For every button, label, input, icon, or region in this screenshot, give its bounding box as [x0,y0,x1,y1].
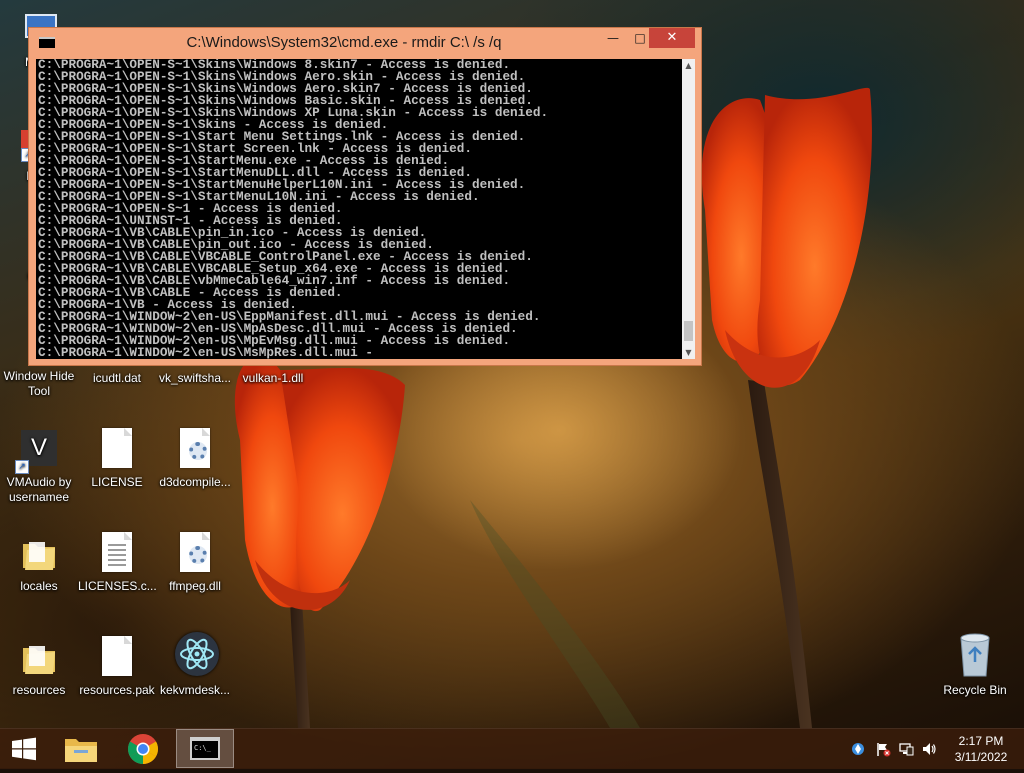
desktop-icon-licenses-chromium[interactable]: LICENSES.c... [78,532,157,594]
desktop-icon-resources-pak[interactable]: resources.pak [78,636,156,698]
close-button[interactable]: ✕ [649,28,695,48]
taskbar-cmd[interactable]: C:\_ [176,729,234,768]
file-explorer-icon [65,739,97,762]
desktop-icon-ffmpeg[interactable]: ffmpeg.dll [156,532,234,594]
desktop-icon-label: vk_swiftsha... [158,371,232,385]
recycle-bin-icon [955,630,995,680]
desktop-icon-label: LICENSES.c... [78,579,157,593]
scroll-up-icon[interactable]: ▲ [682,59,695,72]
desktop-icon-label: VMAudio by usernamee [6,475,72,504]
taskbar: C:\_ 2:17 PM 3/11/2022 [0,728,1024,769]
desktop-icon-license[interactable]: LICENSE [78,428,156,490]
cmd-window[interactable]: C:\Windows\System32\cmd.exe - rmdir C:\ … [28,27,702,366]
desktop-icon-vulkan[interactable]: vulkan-1.dll [234,371,312,386]
text-file-icon [97,532,137,576]
chrome-icon [127,734,159,764]
scrollbar-thumb[interactable] [684,321,693,341]
taskbar-file-explorer[interactable] [56,729,106,769]
action-center-flag-icon[interactable] [875,741,891,757]
desktop-icon-label: LICENSE [91,475,143,489]
desktop-icon-label: icudtl.dat [92,371,142,385]
desktop-icon-label: locales [20,579,58,593]
minimize-icon: — [607,31,619,45]
desktop-icon-icudtl[interactable]: icudtl.dat [78,371,156,386]
dll-icon [175,428,215,472]
electron-app-icon [175,632,219,680]
folder-icon [19,636,59,680]
cmd-window-icon[interactable] [39,37,55,48]
desktop-icon-label: resources [12,683,66,697]
cmd-icon: C:\_ [190,737,220,760]
network-icon[interactable] [898,741,914,757]
scroll-down-icon[interactable]: ▼ [682,346,695,359]
desktop-icon-label: Window Hide Tool [3,369,75,398]
svg-text:C:\_: C:\_ [194,744,212,752]
desktop-icon-label: resources.pak [79,683,155,697]
minimize-button[interactable]: — [599,28,627,48]
desktop-icon-vk-swiftshader[interactable]: vk_swiftsha... [156,371,234,386]
file-icon [97,636,137,680]
desktop-icon-label: Recycle Bin [943,683,1007,697]
file-icon [97,428,137,472]
maximize-icon: □ [634,31,646,45]
folder-icon [19,532,59,576]
app-tray-icon[interactable] [850,741,866,757]
vm-shortcut-icon: V ↗ [15,428,59,474]
desktop-icon-locales[interactable]: locales [0,532,78,594]
dll-icon [175,532,215,576]
start-button[interactable] [0,729,48,769]
desktop-icon-d3dcompiler[interactable]: d3dcompile... [156,428,234,490]
desktop-icon-label: kekvmdesk... [159,683,231,697]
desktop-icon-label: vulkan-1.dll [242,371,304,385]
desktop-icon-kekvmdesktop[interactable]: kekvmdesk... [156,632,234,698]
desktop-icon-resources-folder[interactable]: resources [0,636,78,698]
desktop-icon-vmaudio[interactable]: V ↗ VMAudio by usernamee [0,428,78,505]
desktop-icon-label: ffmpeg.dll [169,579,221,593]
clock-date: 3/11/2022 [954,750,1008,764]
console-output[interactable]: C:\PROGRA~1\OPEN-S~1\Skins\Windows 8.ski… [36,59,682,359]
window-title: C:\Windows\System32\cmd.exe - rmdir C:\ … [186,34,502,51]
desktop-icon-label: d3dcompile... [159,475,231,489]
windows-logo-icon [12,737,36,761]
taskbar-chrome[interactable] [118,729,168,769]
volume-icon[interactable] [921,741,937,757]
desktop-icon-recycle-bin[interactable]: Recycle Bin [936,630,1014,698]
vertical-scrollbar[interactable]: ▲ ▼ [682,59,695,359]
clock-time: 2:17 PM [958,734,1004,748]
close-icon: ✕ [666,30,678,45]
console-lines: C:\PROGRA~1\OPEN-S~1\Skins\Windows 8.ski… [38,59,678,359]
taskbar-clock[interactable]: 2:17 PM 3/11/2022 [944,733,1018,765]
console-line: C:\PROGRA~1\WINDOW~2\en-US\MsMpRes.dll.m… [38,345,374,359]
window-titlebar[interactable]: C:\Windows\System32\cmd.exe - rmdir C:\ … [29,28,701,57]
